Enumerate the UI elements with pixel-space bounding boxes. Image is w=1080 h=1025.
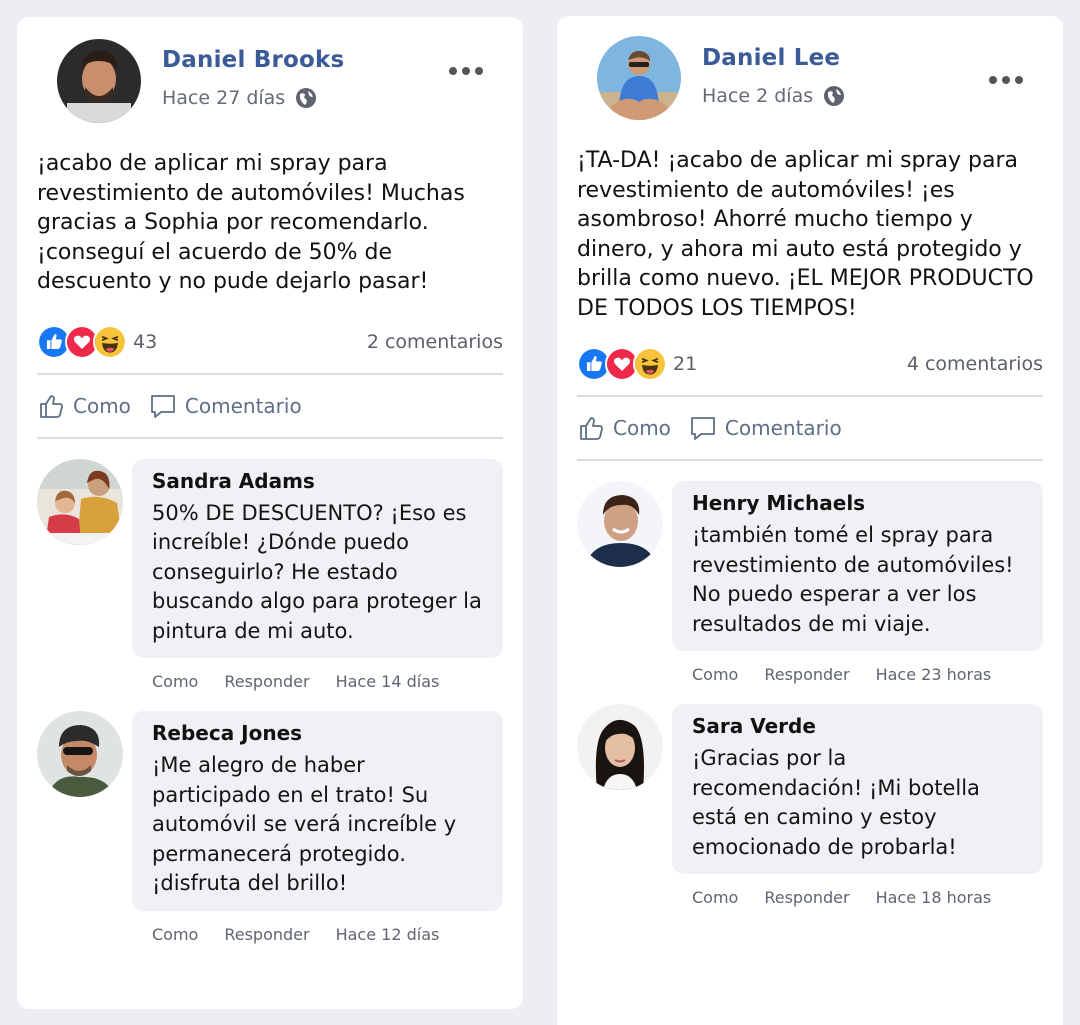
- reactions-summary[interactable]: 43: [37, 324, 158, 359]
- comment-icon: [151, 394, 175, 418]
- reactions-summary[interactable]: 21: [577, 347, 697, 381]
- reaction-count: 43: [133, 330, 158, 353]
- post-header: Daniel Brooks Hace 27 días: [37, 17, 503, 127]
- globe-icon: [824, 86, 845, 106]
- commenter-name[interactable]: Rebeca Jones: [152, 721, 483, 745]
- post-meta: Hace 2 días: [702, 85, 845, 107]
- comment: Sara Verde ¡Gracias por la recomendación…: [577, 704, 1043, 907]
- divider: [37, 436, 503, 439]
- post-actions: Como Comentario: [37, 375, 503, 437]
- comment-reply-link[interactable]: Responder: [224, 925, 309, 944]
- comment-meta: Como Responder Hace 12 días: [152, 925, 503, 944]
- post-meta: Hace 27 días: [162, 87, 317, 109]
- post-text: ¡acabo de aplicar mi spray para revestim…: [37, 151, 465, 294]
- post-time[interactable]: Hace 27 días: [162, 87, 285, 109]
- divider: [577, 459, 1043, 461]
- comment-label: Comentario: [184, 393, 302, 418]
- comment: Henry Michaels ¡también tomé el spray pa…: [577, 481, 1043, 684]
- post-time[interactable]: Hace 2 días: [702, 85, 813, 107]
- reaction-count: 21: [673, 353, 698, 375]
- commenter-avatar[interactable]: [577, 704, 663, 790]
- like-button[interactable]: Como: [37, 392, 131, 420]
- comment-like-link[interactable]: Como: [692, 665, 738, 684]
- more-options-icon[interactable]: [449, 67, 483, 75]
- commenter-avatar[interactable]: [37, 711, 123, 797]
- comment-time: Hace 23 horas: [875, 665, 992, 684]
- post-card: Daniel Lee Hace 2 días ¡TA-DA! ¡acabo de…: [557, 16, 1063, 1025]
- like-label: Como: [73, 393, 131, 418]
- commenter-name[interactable]: Sara Verde: [692, 714, 1023, 738]
- comment-reply-link[interactable]: Responder: [224, 672, 309, 691]
- comment-text: 50% DE DESCUENTO? ¡Eso es increíble! ¿Dó…: [152, 500, 482, 643]
- author-name[interactable]: Daniel Brooks: [162, 47, 344, 73]
- like-label: Como: [613, 416, 671, 440]
- like-button[interactable]: Como: [577, 414, 671, 442]
- comments-count[interactable]: 4 comentarios: [907, 353, 1043, 375]
- comment-like-link[interactable]: Como: [152, 925, 198, 944]
- comment-text: ¡Me alegro de haber participado en el tr…: [152, 753, 457, 895]
- comment-time: Hace 14 días: [335, 672, 440, 691]
- comment-time: Hace 12 días: [335, 924, 440, 944]
- haha-reaction-icon: [633, 347, 667, 381]
- comment-text: ¡Gracias por la recomendación! ¡Mi botel…: [692, 746, 980, 859]
- comment-meta: Como Responder Hace 23 horas: [692, 665, 1043, 684]
- thumbs-up-icon: [580, 417, 603, 440]
- comment-button[interactable]: Comentario: [689, 414, 842, 442]
- author-avatar[interactable]: [597, 36, 681, 120]
- more-options-icon[interactable]: [989, 76, 1023, 84]
- comment-bubble: Rebeca Jones ¡Me alegro de haber partici…: [132, 711, 503, 911]
- haha-reaction-icon: [93, 324, 127, 359]
- comment-like-link[interactable]: Como: [692, 888, 738, 907]
- comment-reply-link[interactable]: Responder: [764, 888, 849, 907]
- commenter-avatar[interactable]: [37, 458, 123, 545]
- reactions-row: 43 2 comentarios: [37, 321, 503, 363]
- post-header: Daniel Lee Hace 2 días: [577, 16, 1043, 126]
- comment-text: ¡también tomé el spray para revestimient…: [692, 523, 1014, 636]
- comment-time: Hace 18 horas: [875, 888, 992, 907]
- comments-count[interactable]: 2 comentarios: [367, 331, 503, 353]
- comment: Sandra Adams 50% DE DESCUENTO? ¡Eso es i…: [37, 458, 503, 691]
- post-actions: Como Comentario: [577, 397, 1043, 459]
- comment-like-link[interactable]: Como: [152, 672, 198, 691]
- comment: Rebeca Jones ¡Me alegro de haber partici…: [37, 711, 503, 944]
- commenter-name[interactable]: Sandra Adams: [152, 469, 483, 493]
- comment-reply-link[interactable]: Responder: [764, 665, 849, 684]
- reactions-row: 21 4 comentarios: [577, 343, 1043, 385]
- comment-bubble: Henry Michaels ¡también tomé el spray pa…: [672, 481, 1043, 651]
- thumbs-up-icon: [40, 394, 63, 418]
- post-card: Daniel Brooks Hace 27 días ¡acabo de apl…: [17, 17, 523, 1009]
- author-name[interactable]: Daniel Lee: [702, 45, 840, 71]
- globe-icon: [296, 88, 317, 108]
- commenter-name[interactable]: Henry Michaels: [692, 491, 1023, 515]
- comment-label: Comentario: [724, 416, 842, 440]
- comment-meta: Como Responder Hace 14 días: [152, 672, 503, 691]
- comment-button[interactable]: Comentario: [149, 392, 302, 420]
- author-avatar[interactable]: [57, 39, 141, 123]
- post-text: ¡TA-DA! ¡acabo de aplicar mi spray para …: [577, 148, 1034, 321]
- comment-bubble: Sandra Adams 50% DE DESCUENTO? ¡Eso es i…: [132, 458, 503, 658]
- commenter-avatar[interactable]: [577, 481, 663, 567]
- comment-meta: Como Responder Hace 18 horas: [692, 888, 1043, 907]
- comment-bubble: Sara Verde ¡Gracias por la recomendación…: [672, 704, 1043, 874]
- comment-icon: [691, 417, 715, 440]
